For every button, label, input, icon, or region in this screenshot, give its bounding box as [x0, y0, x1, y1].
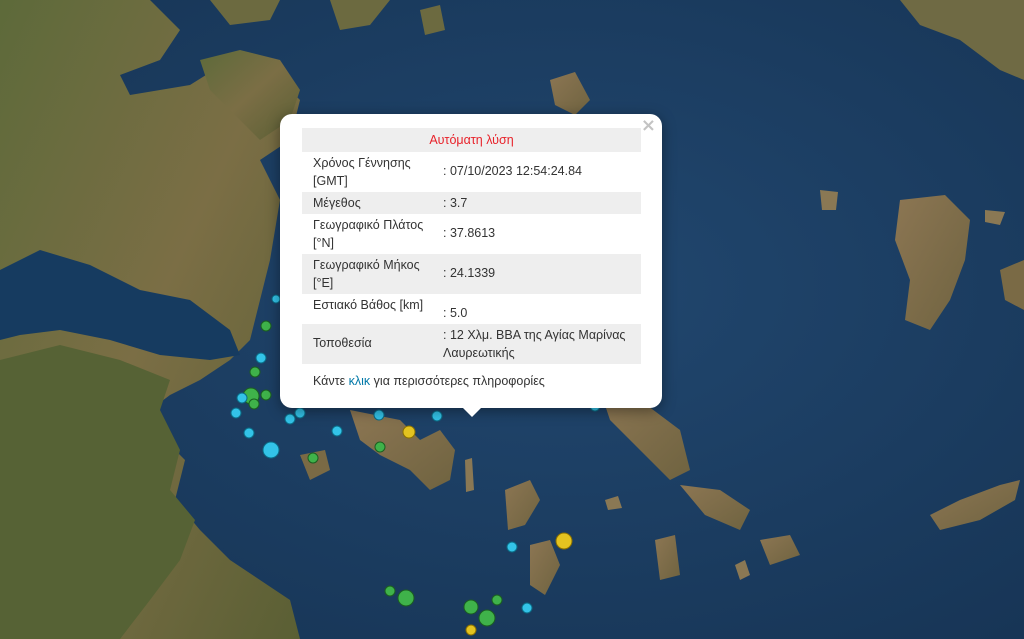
- quake-marker[interactable]: [465, 624, 477, 636]
- quake-marker[interactable]: [262, 441, 280, 459]
- quake-marker[interactable]: [463, 599, 479, 615]
- value-origin-time: : 07/10/2023 12:54:24.84: [443, 164, 583, 178]
- more-info-suffix: για περισσότερες πληροφορίες: [373, 374, 545, 388]
- quake-marker[interactable]: [260, 320, 272, 332]
- quake-marker[interactable]: [491, 594, 503, 606]
- detail-row-depth: Εστιακό Βάθος [km] : 5.0: [302, 294, 641, 324]
- detail-row-magnitude: Μέγεθος : 3.7: [302, 192, 641, 214]
- quake-marker[interactable]: [230, 407, 242, 419]
- quake-marker[interactable]: [555, 532, 573, 550]
- quake-marker[interactable]: [248, 398, 260, 410]
- quake-marker[interactable]: [521, 602, 533, 614]
- detail-row-origin-time: Χρόνος Γέννησης [GMT] : 07/10/2023 12:54…: [302, 152, 641, 192]
- quake-marker[interactable]: [374, 441, 386, 453]
- quake-marker[interactable]: [307, 452, 319, 464]
- more-info-prefix: Κάντε: [313, 374, 346, 388]
- quake-marker[interactable]: [373, 409, 385, 421]
- quake-marker[interactable]: [478, 609, 496, 627]
- quake-marker[interactable]: [236, 392, 248, 404]
- value-latitude: : 37.8613: [443, 226, 496, 240]
- more-info-text: Κάντε κλικ για περισσότερες πληροφορίες: [313, 374, 545, 388]
- quake-marker[interactable]: [255, 352, 267, 364]
- quake-marker[interactable]: [243, 427, 255, 439]
- quake-marker[interactable]: [294, 407, 306, 419]
- value-longitude: : 24.1339: [443, 254, 641, 294]
- detail-row-location: Τοποθεσία : 12 Χλμ. ΒΒΑ της Αγίας Μαρίνα…: [302, 324, 641, 364]
- label-origin-time: Χρόνος Γέννησης [GMT]: [313, 156, 411, 188]
- quake-marker[interactable]: [271, 294, 281, 304]
- quake-marker[interactable]: [506, 541, 518, 553]
- quake-marker[interactable]: [249, 366, 261, 378]
- quake-marker[interactable]: [397, 589, 415, 607]
- quake-marker[interactable]: [431, 410, 443, 422]
- earthquake-info-popup: × Αυτόματη λύση Χρόνος Γέννησης [GMT] : …: [280, 114, 662, 408]
- quake-marker[interactable]: [384, 585, 396, 597]
- label-latitude: Γεωγραφικό Πλάτος [°N]: [313, 218, 424, 250]
- value-location: : 12 Χλμ. ΒΒΑ της Αγίας Μαρίνας Λαυρεωτι…: [443, 324, 641, 364]
- more-info-link[interactable]: κλικ: [349, 374, 371, 388]
- popup-tip: [461, 406, 483, 417]
- island-psara: [820, 190, 838, 210]
- close-icon[interactable]: ×: [641, 117, 656, 135]
- label-location: Τοποθεσία: [302, 324, 443, 364]
- label-longitude: Γεωγραφικό Μήκος [°E]: [302, 254, 443, 294]
- label-depth: Εστιακό Βάθος [km]: [313, 298, 424, 312]
- value-magnitude: : 3.7: [443, 192, 641, 214]
- value-depth: : 5.0: [443, 306, 468, 320]
- detail-row-latitude: Γεωγραφικό Πλάτος [°N] : 37.8613: [302, 214, 641, 254]
- label-magnitude: Μέγεθος: [302, 192, 443, 214]
- quake-marker[interactable]: [260, 389, 272, 401]
- quake-marker[interactable]: [331, 425, 343, 437]
- quake-marker[interactable]: [402, 425, 416, 439]
- quake-marker[interactable]: [284, 413, 296, 425]
- detail-row-longitude: Γεωγραφικό Μήκος [°E] : 24.1339: [302, 254, 641, 294]
- popup-header: Αυτόματη λύση: [302, 128, 641, 152]
- event-details-table: Αυτόματη λύση Χρόνος Γέννησης [GMT] : 07…: [302, 128, 641, 364]
